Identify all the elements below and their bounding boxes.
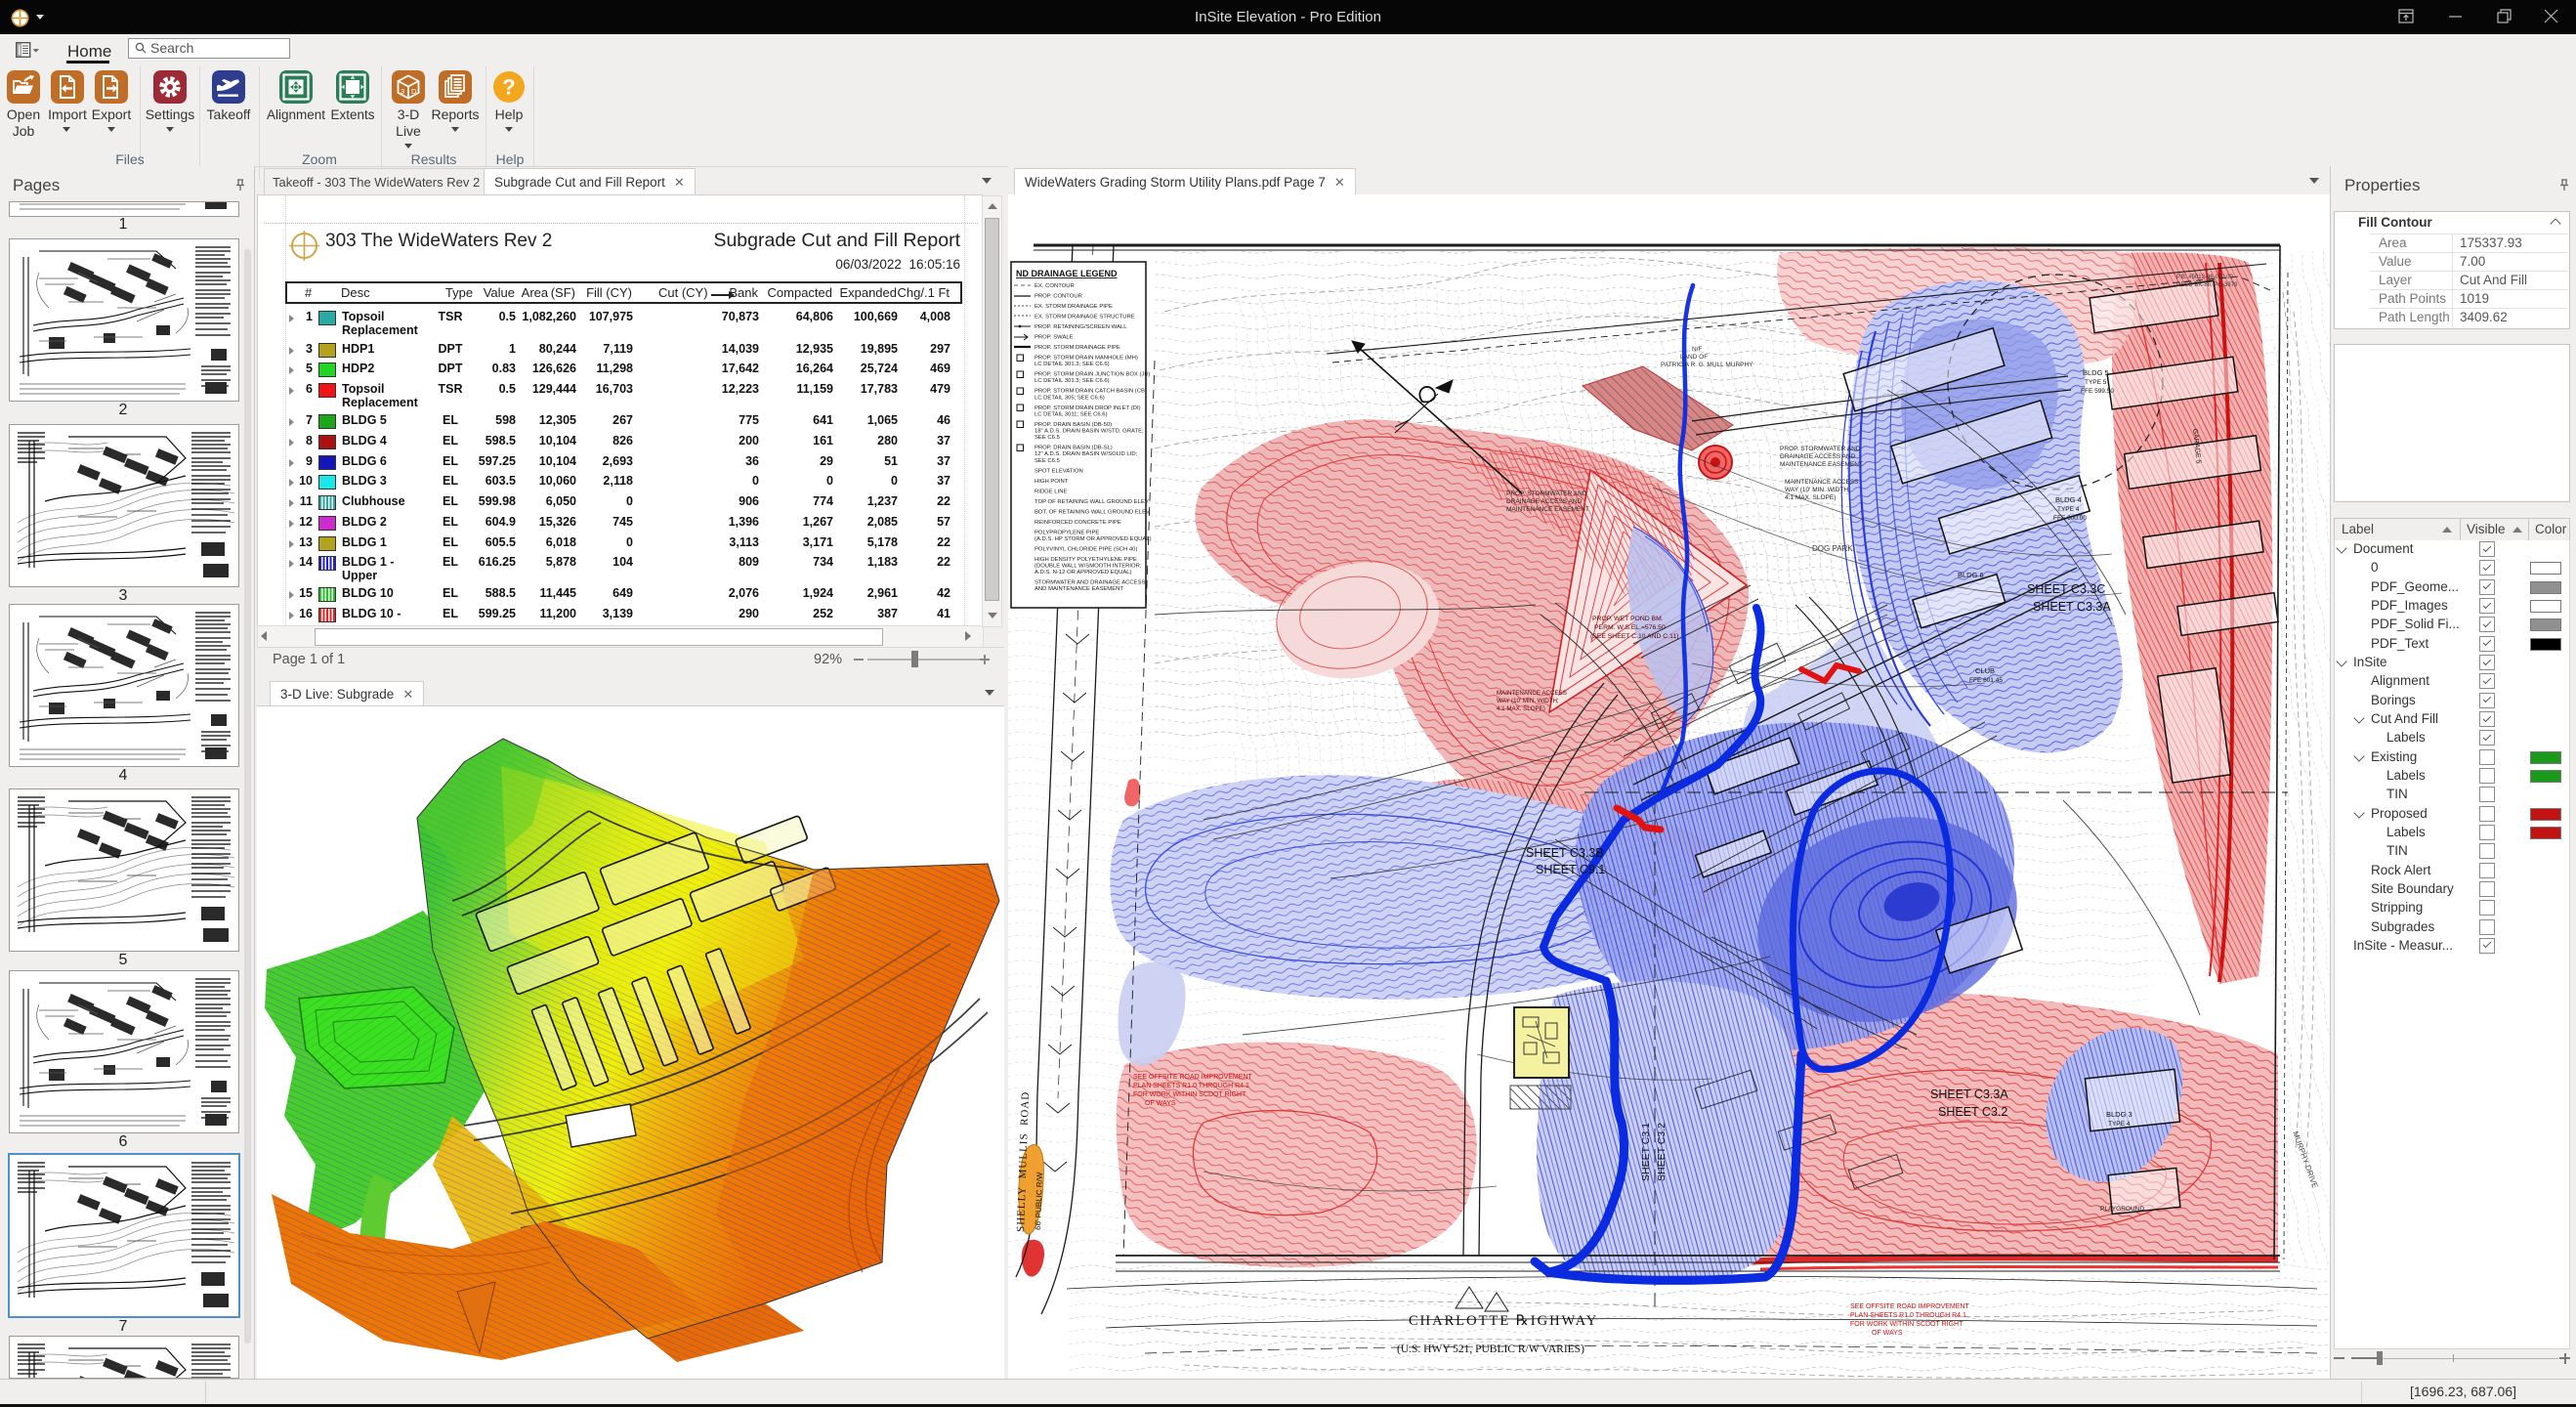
svg-text:LC DETAIL 305; SEE C6.6): LC DETAIL 305; SEE C6.6) <box>1035 395 1105 401</box>
svg-text:POLYPROPYLENE PIPE: POLYPROPYLENE PIPE <box>1035 530 1099 535</box>
svg-text:POLYVINYL CHLORIDE PIPE (SCH 4: POLYVINYL CHLORIDE PIPE (SCH 40) <box>1035 546 1137 552</box>
svg-text:A.D.S. N-12 OR APPROVED EQUAL): A.D.S. N-12 OR APPROVED EQUAL) <box>1035 570 1132 576</box>
svg-text:MAINTENANCE ACCESS: MAINTENANCE ACCESS <box>1785 479 1859 486</box>
svg-text:PLAN SHEETS R1.0 THROUGH R4.1: PLAN SHEETS R1.0 THROUGH R4.1 <box>1133 1083 1249 1089</box>
svg-text:CHARLOTTE ℞IGHWAY: CHARLOTTE ℞IGHWAY <box>1409 1313 1598 1329</box>
svg-text:SHEET C9.1: SHEET C9.1 <box>1536 863 1605 876</box>
svg-text:TYPE 5: TYPE 5 <box>2085 379 2107 386</box>
svg-text:WAY (10' MIN. WIDTH;: WAY (10' MIN. WIDTH; <box>1497 698 1559 704</box>
svg-text:SEE C6.5: SEE C6.5 <box>1035 435 1061 441</box>
svg-text:FOR WORK WITHIN SCDOT RIGHT: FOR WORK WITHIN SCDOT RIGHT <box>1850 1321 1964 1328</box>
svg-text:LC DETAIL 301.3; SEE C6.6): LC DETAIL 301.3; SEE C6.6) <box>1035 378 1110 384</box>
svg-text:PLAYGROUND: PLAYGROUND <box>2100 1206 2144 1213</box>
svg-text:SHEET C3.1: SHEET C3.1 <box>1640 1123 1652 1181</box>
svg-text:MAINTENANCE EASEMENT: MAINTENANCE EASEMENT <box>1506 506 1589 513</box>
svg-text:RIDGE LINE: RIDGE LINE <box>1035 489 1067 494</box>
svg-text:LC DETAIL 3011; SEE C6.6): LC DETAIL 3011; SEE C6.6) <box>1035 411 1108 417</box>
svg-text:PROP. SWALE: PROP. SWALE <box>1035 335 1074 341</box>
svg-text:MAINTENANCE ACCESS: MAINTENANCE ACCESS <box>1497 690 1567 697</box>
svg-text:OF WAYS: OF WAYS <box>1872 1330 1903 1337</box>
svg-text:SEE OFFSITE ROAD IMPROVEMENT: SEE OFFSITE ROAD IMPROVEMENT <box>1133 1074 1252 1081</box>
svg-text:DRAINAGE ACCESS AND: DRAINAGE ACCESS AND <box>1780 453 1856 460</box>
svg-text:LC DETAIL 301.3; SEE C6.6): LC DETAIL 301.3; SEE C6.6) <box>1035 362 1110 367</box>
svg-text:EX. CONTOUR: EX. CONTOUR <box>1035 283 1075 289</box>
svg-text:4:1 MAX. SLOPE): 4:1 MAX. SLOPE) <box>1785 494 1836 501</box>
svg-text:PROP. STORMWATER AND: PROP. STORMWATER AND <box>1780 446 1861 452</box>
svg-text:BOT. OF RETAINING WALL GROUND: BOT. OF RETAINING WALL GROUND ELEV. <box>1035 509 1151 515</box>
svg-text:HIGH DENSITY POLYETHYLENE PIPE: HIGH DENSITY POLYETHYLENE PIPE <box>1035 557 1137 563</box>
svg-text:OF WAYS: OF WAYS <box>1145 1100 1176 1107</box>
svg-text:SHEET C3.3B: SHEET C3.3B <box>1526 846 1604 860</box>
svg-text:SEE C6.5: SEE C6.5 <box>1035 458 1061 464</box>
svg-text:DOG PARK: DOG PARK <box>1812 544 1853 553</box>
svg-text:(DOUBLE WALL W/SMOOTH INTERIOR: (DOUBLE WALL W/SMOOTH INTERIOR; <box>1035 564 1142 570</box>
svg-text:STORMWATER AND DRAINAGE ACCESS: STORMWATER AND DRAINAGE ACCESS <box>1035 580 1146 586</box>
svg-text:ND DRAINAGE LEGEND: ND DRAINAGE LEGEND <box>1016 269 1118 278</box>
svg-text:DEED BK-86, PG-3879: DEED BK-86, PG-3879 <box>2176 282 2238 288</box>
svg-text:BLDG 5: BLDG 5 <box>2083 368 2109 377</box>
svg-text:PROP. STORM DRAIN DROP INLET (: PROP. STORM DRAIN DROP INLET (DI) <box>1035 405 1141 411</box>
svg-text:D: D <box>411 87 417 96</box>
svg-text:PROP. DRAIN BASIN (DB-SL): PROP. DRAIN BASIN (DB-SL) <box>1035 446 1113 451</box>
svg-text:FFE 600.00: FFE 600.00 <box>2053 515 2087 522</box>
svg-text:FOR WORK WITHIN SCDOT RIGHT: FOR WORK WITHIN SCDOT RIGHT <box>1133 1091 1246 1098</box>
svg-text:4:1 MAX. SLOPE): 4:1 MAX. SLOPE) <box>1497 705 1545 712</box>
svg-text:PROP. STORMWATER AND: PROP. STORMWATER AND <box>1506 490 1587 497</box>
svg-text:FFE 599.50: FFE 599.50 <box>2081 388 2114 395</box>
svg-text:HIGH POINT: HIGH POINT <box>1035 479 1069 485</box>
svg-text:P.B. #5013-06-052.00: P.B. #5013-06-052.00 <box>2176 275 2234 280</box>
svg-text:?: ? <box>502 75 515 100</box>
svg-text:BLDG 4: BLDG 4 <box>2055 495 2082 504</box>
svg-text:18" A.D.S. DRAIN BASIN W/STD.: 18" A.D.S. DRAIN BASIN W/STD. GRATE; <box>1035 429 1144 435</box>
svg-text:TYPE 4: TYPE 4 <box>2057 506 2080 513</box>
svg-text:PATRICIA R. G. MULL MURPHY: PATRICIA R. G. MULL MURPHY <box>1661 362 1753 368</box>
svg-text:PROP. STORM DRAINAGE PIPE: PROP. STORM DRAINAGE PIPE <box>1035 345 1120 351</box>
svg-text:SHEET C3.3C: SHEET C3.3C <box>2027 582 2105 596</box>
svg-text:TOP OF RETAINING WALL GROUND E: TOP OF RETAINING WALL GROUND ELEV. <box>1035 499 1150 505</box>
svg-text:(SEE SHEET C.10 AND C.11): (SEE SHEET C.10 AND C.11) <box>1590 633 1678 640</box>
svg-text:SHEET C3.2: SHEET C3.2 <box>1938 1105 2007 1119</box>
svg-text:SHEET C3.3A: SHEET C3.3A <box>1930 1087 2008 1101</box>
svg-text:SHEET C3.3A: SHEET C3.3A <box>2033 600 2111 614</box>
svg-text:PLAN SHEETS R1.0 THROUGH R4.1: PLAN SHEETS R1.0 THROUGH R4.1 <box>1850 1312 1966 1319</box>
svg-text:PROP. WET POND BM.: PROP. WET POND BM. <box>1592 616 1664 622</box>
svg-text:WAY (10' MIN. WIDTH;: WAY (10' MIN. WIDTH; <box>1785 487 1850 493</box>
svg-text:AND MAINTENANCE EASEMENT: AND MAINTENANCE EASEMENT <box>1035 586 1123 592</box>
svg-text:3: 3 <box>401 87 404 96</box>
svg-text:N/F: N/F <box>1692 346 1703 353</box>
svg-text:TYPE 4: TYPE 4 <box>2108 1121 2131 1128</box>
svg-text:PROP. STORM DRAIN JUNCTION BOX: PROP. STORM DRAIN JUNCTION BOX (JB) <box>1035 372 1150 378</box>
svg-text:EX. STORM DRAINAGE PIPE: EX. STORM DRAINAGE PIPE <box>1035 304 1113 310</box>
svg-text:PROP. STORM DRAIN MANHOLE (MH): PROP. STORM DRAIN MANHOLE (MH) <box>1035 356 1138 362</box>
svg-text:PERM. W.S.EL.=576.50: PERM. W.S.EL.=576.50 <box>1594 624 1666 631</box>
svg-text:REINFORCED CONCRETE PIPE: REINFORCED CONCRETE PIPE <box>1035 520 1121 526</box>
svg-text:LAND OF: LAND OF <box>1680 354 1708 361</box>
svg-text:SEE OFFSITE ROAD IMPROVEMENT: SEE OFFSITE ROAD IMPROVEMENT <box>1850 1303 1969 1310</box>
svg-text:MAINTENANCE EASEMENT: MAINTENANCE EASEMENT <box>1780 461 1863 468</box>
svg-text:FFE 601.45: FFE 601.45 <box>1969 677 2003 684</box>
svg-text:DRAINAGE ACCESS AND: DRAINAGE ACCESS AND <box>1506 498 1583 505</box>
svg-text:BLDG 6: BLDG 6 <box>1958 571 1984 579</box>
svg-text:EX. STORM DRAINAGE STRUCTURE: EX. STORM DRAINAGE STRUCTURE <box>1035 315 1135 320</box>
svg-text:(U.S. HWY 521, PUBLIC R/W VARI: (U.S. HWY 521, PUBLIC R/W VARIES) <box>1397 1343 1584 1355</box>
svg-text:SHEET C3.2: SHEET C3.2 <box>1656 1123 1668 1181</box>
svg-text:PROP. CONTOUR: PROP. CONTOUR <box>1035 294 1082 300</box>
svg-text:PROP. DRAIN BASIN (DB-50): PROP. DRAIN BASIN (DB-50) <box>1035 422 1112 428</box>
svg-text:CLUB: CLUB <box>1975 666 1995 675</box>
svg-text:PROP. STORM DRAIN CATCH BASIN: PROP. STORM DRAIN CATCH BASIN (CB) <box>1035 389 1147 395</box>
svg-text:SPOT ELEVATION: SPOT ELEVATION <box>1035 468 1083 474</box>
svg-text:PROP. RETAINING/SCREEN WALL: PROP. RETAINING/SCREEN WALL <box>1035 324 1127 330</box>
svg-text:12" A.D.S. DRAIN BASIN W/SOLID: 12" A.D.S. DRAIN BASIN W/SOLID LID; <box>1035 451 1138 457</box>
svg-text:BLDG 3: BLDG 3 <box>2106 1110 2133 1119</box>
svg-text:(A.D.S. HP STORM OR APPROVED E: (A.D.S. HP STORM OR APPROVED EQUAL) <box>1035 536 1152 542</box>
